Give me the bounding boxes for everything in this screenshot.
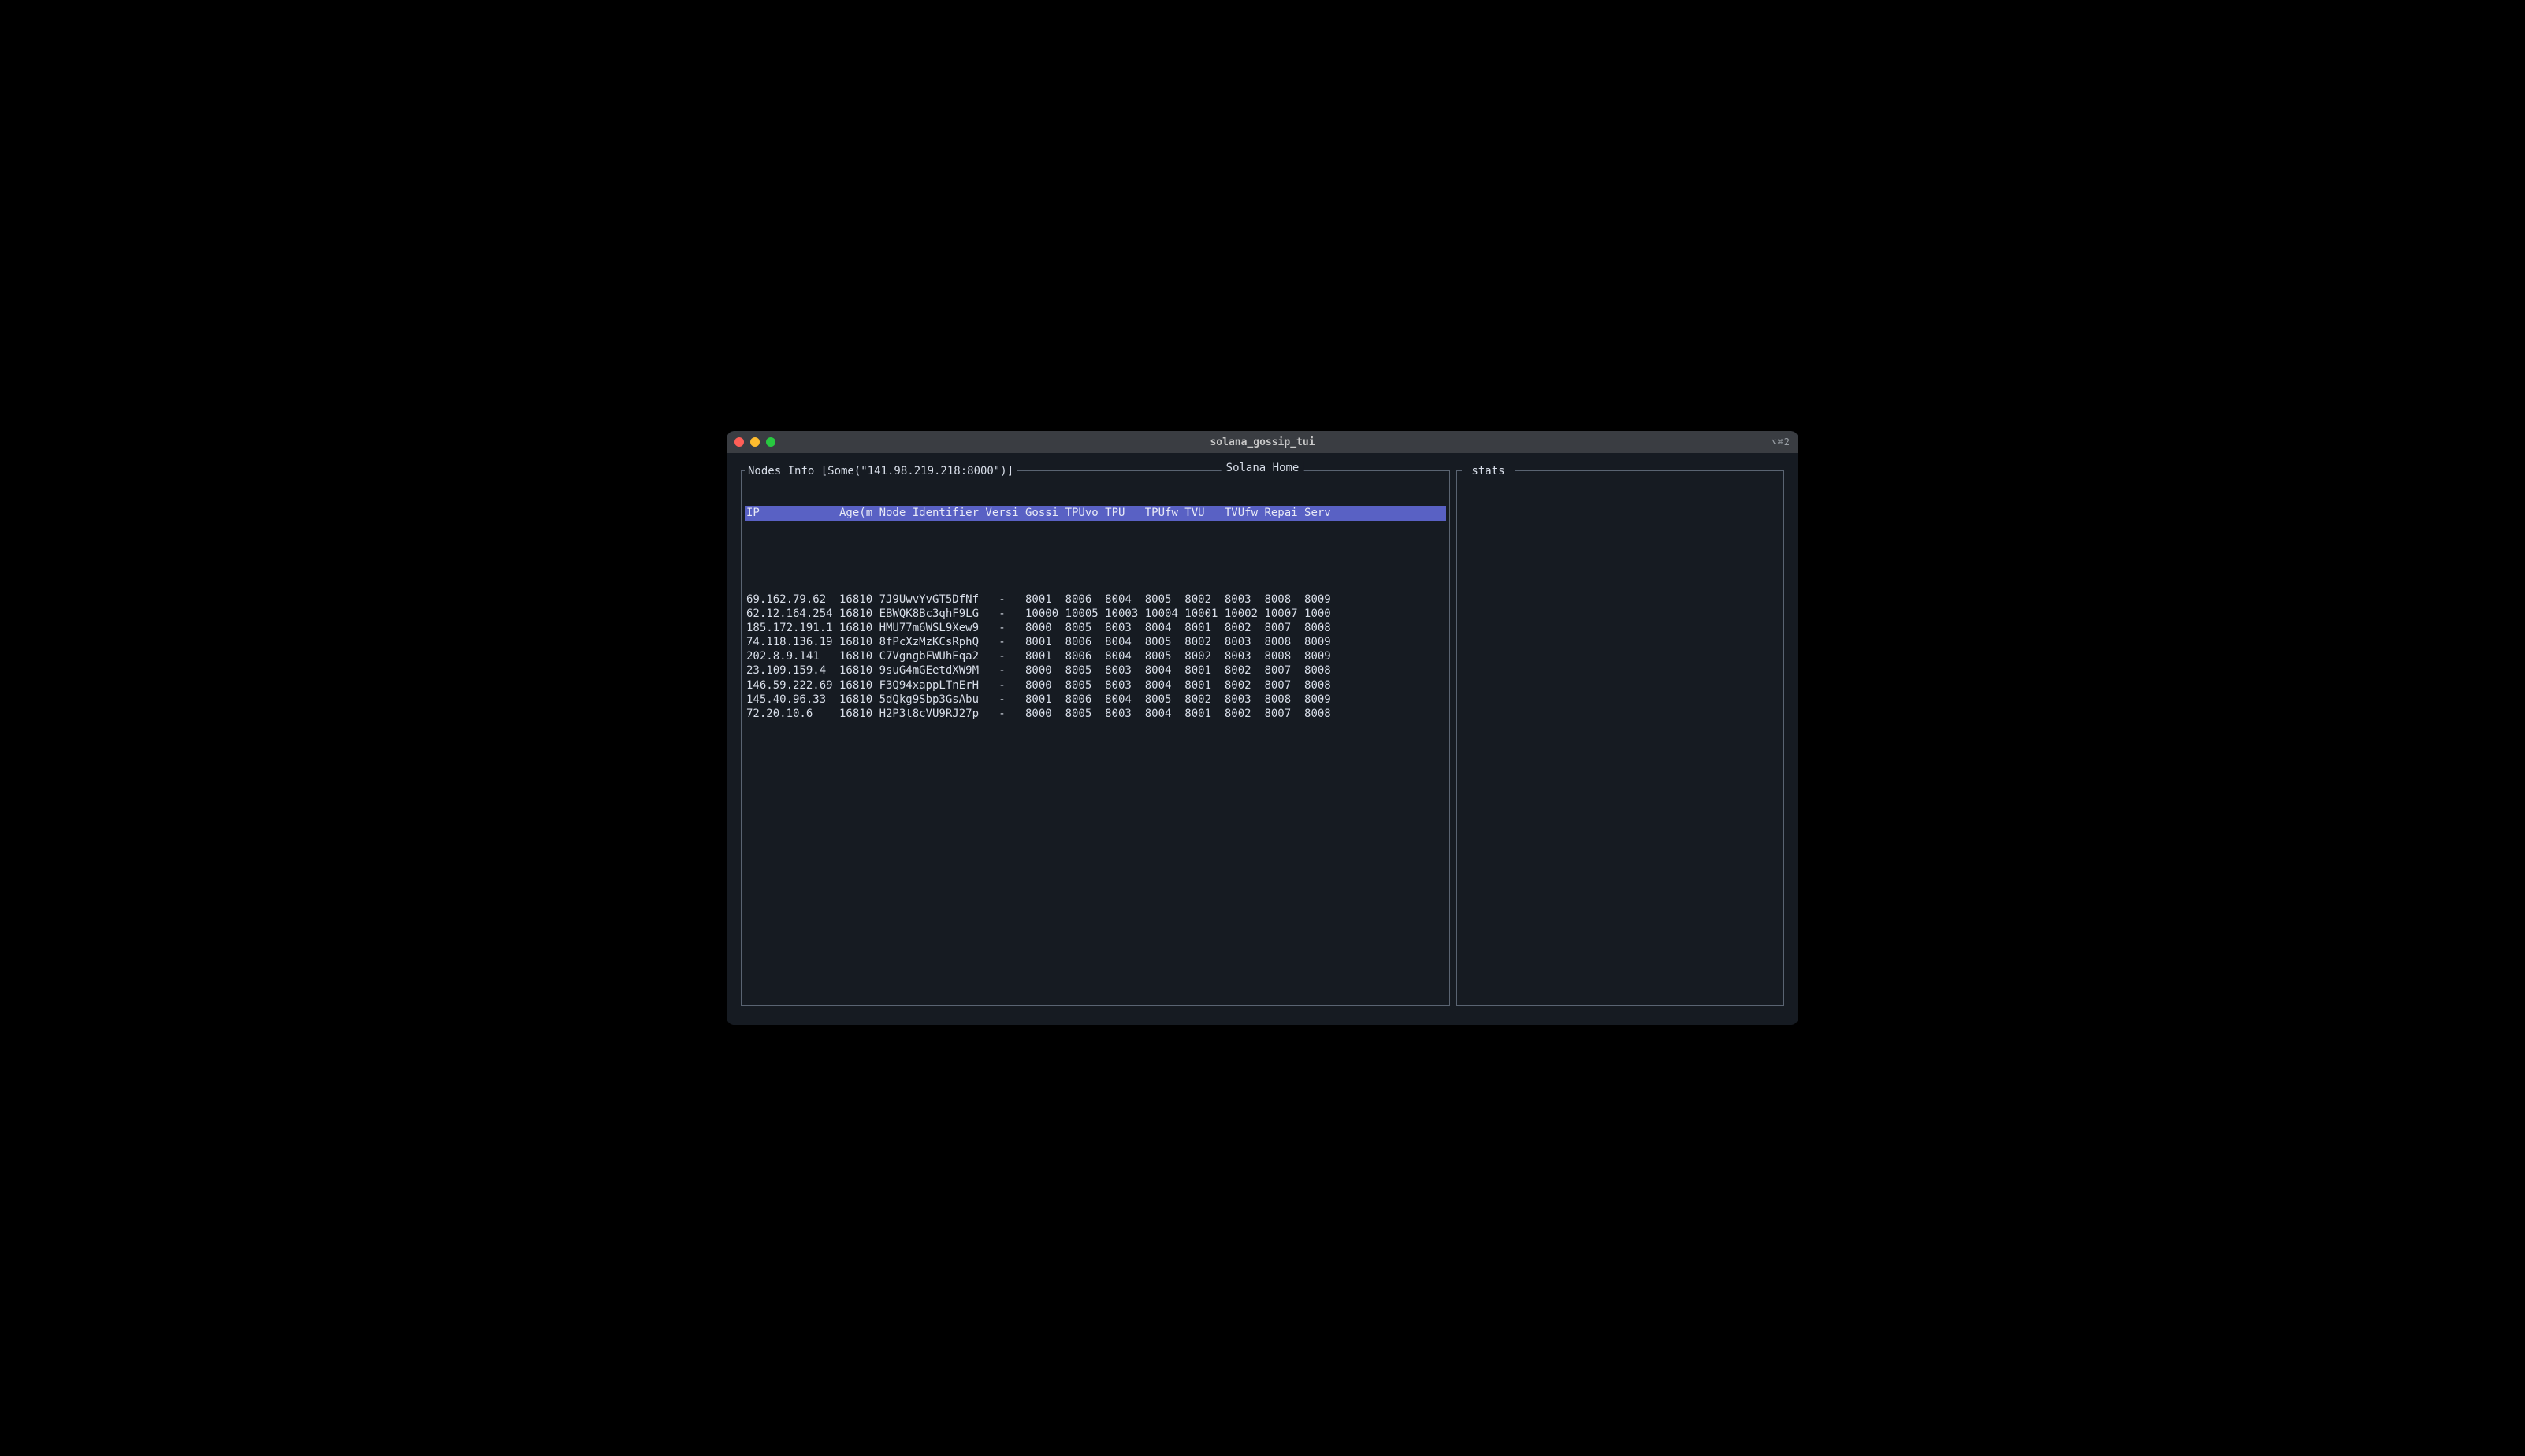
table-row[interactable]: 146.59.222.69 16810 F3Q94xappLTnErH - 80… <box>745 678 1446 693</box>
table-row[interactable]: 145.40.96.33 16810 5dQkg9Sbp3GsAbu - 800… <box>745 693 1446 707</box>
outer-box-title: Solana Home <box>1222 461 1304 475</box>
table-header-row: IP Age(m Node Identifier Versi Gossi TPU… <box>745 506 1446 520</box>
table-row[interactable]: 69.162.79.62 16810 7J9UwvYvGT5DfNf - 800… <box>745 592 1446 607</box>
stats-legend: stats <box>1462 464 1515 478</box>
window-titlebar: solana_gossip_tui ⌥⌘2 <box>727 431 1798 453</box>
table-row[interactable]: 23.109.159.4 16810 9suG4mGEetdXW9M - 800… <box>745 663 1446 678</box>
close-icon[interactable] <box>734 437 744 447</box>
terminal-body: Solana Home Nodes Info [Some("141.98.219… <box>727 453 1798 1025</box>
stats-panel: stats <box>1456 470 1784 1006</box>
nodes-info-panel: Nodes Info [Some("141.98.219.218:8000")]… <box>741 470 1450 1006</box>
maximize-icon[interactable] <box>766 437 775 447</box>
table-row[interactable]: 62.12.164.254 16810 EBWQK8Bc3qhF9LG - 10… <box>745 607 1446 621</box>
stats-content <box>1459 477 1782 484</box>
terminal-window: solana_gossip_tui ⌥⌘2 Solana Home Nodes … <box>727 431 1798 1025</box>
window-title: solana_gossip_tui <box>1210 436 1315 448</box>
table-rows: 69.162.79.62 16810 7J9UwvYvGT5DfNf - 800… <box>743 592 1448 722</box>
window-shortcut-hint: ⌥⌘2 <box>1771 436 1791 448</box>
nodes-table: IP Age(m Node Identifier Versi Gossi TPU… <box>743 477 1448 750</box>
traffic-lights <box>734 437 775 447</box>
table-row[interactable]: 202.8.9.141 16810 C7VgngbFWUhEqa2 - 8001… <box>745 649 1446 663</box>
table-row[interactable]: 72.20.10.6 16810 H2P3t8cVU9RJ27p - 8000 … <box>745 707 1446 721</box>
table-spacer <box>743 549 1448 563</box>
table-row[interactable]: 74.118.136.19 16810 8fPcXzMzKCsRphQ - 80… <box>745 635 1446 649</box>
nodes-info-legend: Nodes Info [Some("141.98.219.218:8000")] <box>745 464 1017 478</box>
panels-container: Nodes Info [Some("141.98.219.218:8000")]… <box>741 470 1784 1006</box>
minimize-icon[interactable] <box>750 437 760 447</box>
table-row[interactable]: 185.172.191.1 16810 HMU77m6WSL9Xew9 - 80… <box>745 621 1446 635</box>
